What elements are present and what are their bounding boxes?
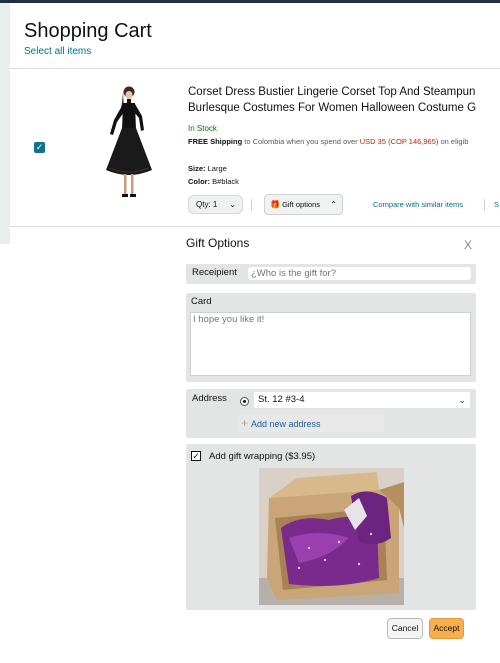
shipping-threshold: USD 35 (COP 146,965)	[359, 137, 439, 146]
shipping-info: FREE Shipping to Colombia when you spend…	[188, 137, 500, 146]
free-shipping-label: FREE Shipping	[188, 137, 243, 146]
accept-button[interactable]: Accept	[429, 618, 464, 639]
recipient-input[interactable]	[248, 267, 471, 280]
top-nav-bar	[0, 0, 500, 3]
plus-icon: +	[241, 416, 249, 430]
gift-options-title: Gift Options	[186, 236, 250, 250]
compare-similar-link[interactable]: Compare with similar items	[373, 200, 463, 209]
size-value: Large	[205, 164, 227, 173]
add-new-address-button[interactable]: + Add new address	[238, 414, 384, 432]
left-gutter	[0, 3, 10, 244]
divider	[10, 68, 500, 69]
gift-wrapping-label: Add gift wrapping ($3.95)	[209, 451, 316, 462]
select-all-link[interactable]: Select all items	[24, 46, 91, 57]
gift-icon: 🎁	[270, 200, 280, 209]
shipping-text: to Colombia when you spend over	[242, 137, 360, 146]
shipping-tail: on eligib	[438, 137, 469, 146]
chevron-down-icon: ⌄	[229, 200, 236, 209]
product-title[interactable]: Corset Dress Bustier Lingerie Corset Top…	[188, 84, 500, 118]
product-title-line1[interactable]: Corset Dress Bustier Lingerie Corset Top…	[188, 84, 500, 100]
size-label: Size:	[188, 164, 206, 173]
gift-wrapping-image	[259, 468, 404, 605]
separator	[484, 199, 485, 210]
quantity-dropdown[interactable]: Qty: 1 ⌄	[188, 195, 243, 214]
product-title-line2[interactable]: Burlesque Costumes For Women Halloween C…	[188, 100, 500, 116]
address-radio[interactable]	[240, 397, 249, 406]
product-image[interactable]	[96, 82, 162, 210]
card-message-textarea[interactable]	[190, 312, 471, 376]
close-icon[interactable]: X	[464, 238, 472, 252]
chevron-down-icon: ⌄	[458, 395, 466, 405]
stock-status: In Stock	[188, 124, 217, 133]
add-address-label: Add new address	[251, 419, 321, 429]
gift-options-button[interactable]: 🎁 Gift options ⌃	[264, 194, 343, 215]
color-info: Color: B#black	[188, 177, 239, 186]
qty-value: 1	[212, 200, 218, 209]
card-label: Card	[191, 296, 212, 307]
divider	[10, 226, 500, 227]
item-checkbox[interactable]: ✓	[34, 142, 45, 153]
separator	[251, 199, 252, 210]
size-info: Size: Large	[188, 164, 227, 173]
page-title: Shopping Cart	[24, 20, 152, 42]
color-value: B#black	[210, 177, 239, 186]
cancel-button[interactable]: Cancel	[387, 618, 423, 639]
share-link[interactable]: S	[494, 200, 499, 209]
chevron-up-icon: ⌃	[330, 200, 337, 209]
gift-options-label: Gift options	[282, 200, 320, 209]
address-label: Address	[192, 393, 227, 404]
recipient-label: Receipient	[192, 267, 237, 278]
color-label: Color:	[188, 177, 211, 186]
qty-label: Qty:	[196, 200, 211, 209]
gift-wrapping-checkbox[interactable]: ✓	[191, 451, 201, 461]
address-select[interactable]: St. 12 #3-4 ⌄	[254, 392, 470, 408]
address-value: St. 12 #3-4	[258, 394, 305, 405]
